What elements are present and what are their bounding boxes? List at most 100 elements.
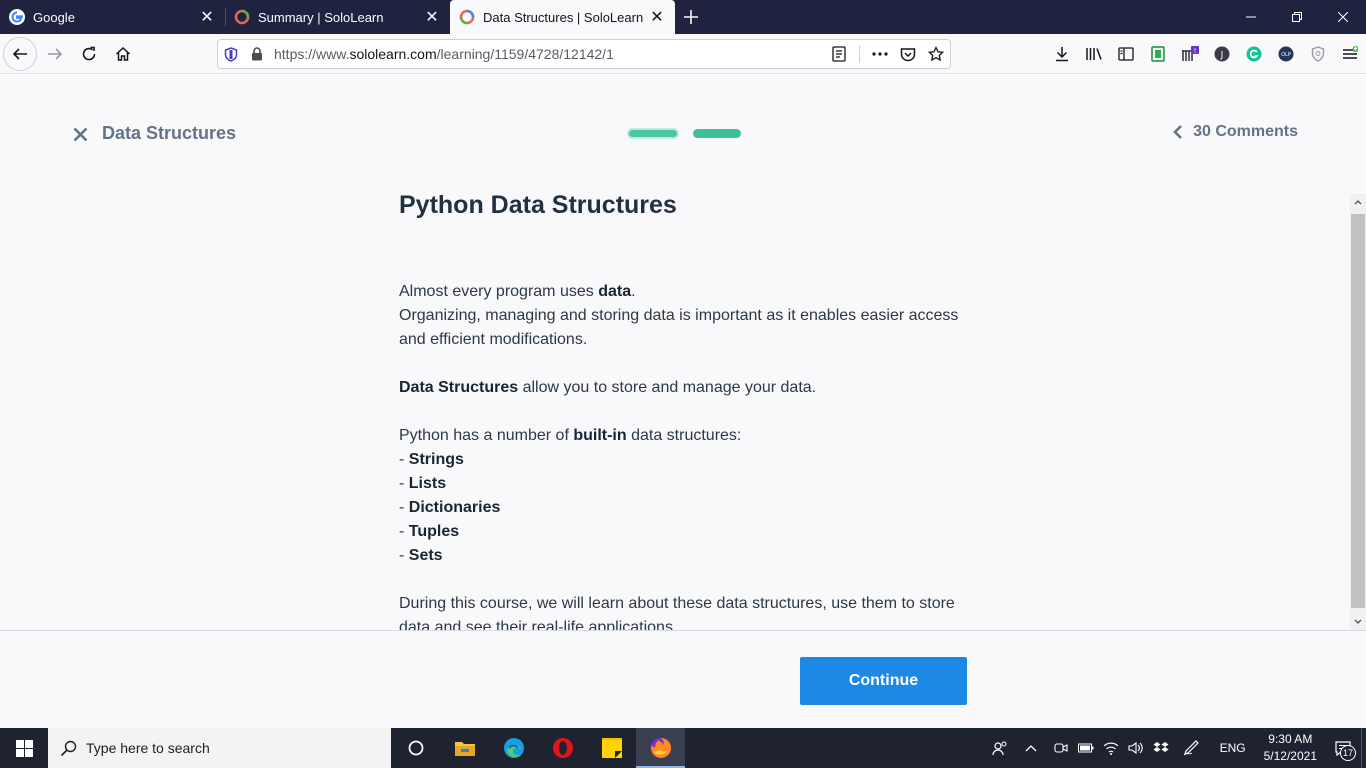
close-tab-icon[interactable]: ✕ xyxy=(199,9,215,26)
shield-extension-icon[interactable] xyxy=(1302,38,1334,70)
chevron-up-icon[interactable] xyxy=(1013,728,1049,768)
bookmark-star-icon[interactable] xyxy=(922,40,950,68)
close-icon xyxy=(73,127,87,141)
url-path: /learning/1159/4728/12142/1 xyxy=(436,46,614,62)
continue-button[interactable]: Continue xyxy=(800,657,967,705)
list-prefix: - xyxy=(399,451,409,468)
intro-text: Almost every program uses xyxy=(399,283,599,300)
reload-button[interactable] xyxy=(73,38,105,70)
page-actions-ellipsis-icon[interactable] xyxy=(866,40,894,68)
intro-end: . xyxy=(631,283,636,300)
browser-nav-bar: https://www.sololearn.com/learning/1159/… xyxy=(0,34,1366,74)
scroll-down-arrow-icon[interactable] xyxy=(1350,614,1366,630)
comments-link[interactable]: 30 Comments xyxy=(1173,123,1298,141)
builtin-paragraph: Python has a number of built-in data str… xyxy=(399,424,959,448)
scrollbar-thumb[interactable] xyxy=(1351,214,1365,608)
tab-data-structures[interactable]: Data Structures | SoloLearn ✕ xyxy=(450,0,675,34)
scroll-up-arrow-icon[interactable] xyxy=(1350,194,1366,210)
plus-icon xyxy=(684,10,698,24)
intro-paragraph: Almost every program uses data. xyxy=(399,280,959,304)
search-icon xyxy=(60,740,77,757)
url-bar-divider xyxy=(859,45,860,63)
lesson-header: Data Structures 30 Comments xyxy=(0,74,1350,192)
lesson-page: Data Structures 30 Comments Python Data … xyxy=(0,74,1366,728)
extension-bars-icon[interactable]: ! xyxy=(1174,38,1206,70)
wifi-icon[interactable] xyxy=(1099,728,1124,768)
list-item: - Dictionaries xyxy=(399,496,959,520)
volume-icon[interactable] xyxy=(1124,728,1149,768)
taskbar-search-input[interactable]: Type here to search xyxy=(48,728,391,768)
comments-label: 30 Comments xyxy=(1193,123,1298,140)
url-text[interactable]: https://www.sololearn.com/learning/1159/… xyxy=(270,46,825,62)
content-scrollbar[interactable] xyxy=(1350,194,1366,630)
sticky-notes-icon[interactable] xyxy=(587,728,636,768)
grammarly-icon[interactable] xyxy=(1238,38,1270,70)
dropbox-icon[interactable] xyxy=(1149,728,1174,768)
back-button[interactable] xyxy=(3,36,37,71)
builtin-pre: Python has a number of xyxy=(399,427,574,444)
language-indicator[interactable]: ENG xyxy=(1210,741,1256,755)
profile-j-icon[interactable]: J xyxy=(1206,38,1238,70)
cortana-icon[interactable] xyxy=(391,728,440,768)
restore-button[interactable] xyxy=(1274,0,1320,34)
clock-time: 9:30 AM xyxy=(1268,732,1313,746)
meet-now-icon[interactable] xyxy=(1049,728,1074,768)
close-lesson-button[interactable] xyxy=(70,124,90,144)
data-structures-paragraph: Data Structures allow you to store and m… xyxy=(399,376,959,400)
action-center-button[interactable]: 17 xyxy=(1325,728,1361,768)
list-prefix: - xyxy=(399,547,409,564)
organizing-paragraph: Organizing, managing and storing data is… xyxy=(399,307,959,348)
ds-rest: allow you to store and manage your data. xyxy=(518,379,817,396)
extension-green-icon[interactable] xyxy=(1142,38,1174,70)
sidebar-icon[interactable] xyxy=(1110,38,1142,70)
url-domain: sololearn.com xyxy=(349,46,437,62)
system-tray: ENG 9:30 AM 5/12/2021 17 xyxy=(988,728,1366,768)
extension-round-icon[interactable]: OLP xyxy=(1270,38,1302,70)
tab-google[interactable]: Google ✕ xyxy=(0,0,225,34)
tab-label: Summary | SoloLearn xyxy=(258,9,384,25)
progress-step-2[interactable] xyxy=(693,129,741,138)
download-icon[interactable] xyxy=(1046,38,1078,70)
firefox-icon[interactable] xyxy=(636,728,685,768)
arrow-right-icon xyxy=(48,47,63,60)
battery-icon[interactable] xyxy=(1074,728,1099,768)
ds-bold: Data Structures xyxy=(399,379,519,396)
forward-button[interactable] xyxy=(39,38,71,70)
svg-text:OLP: OLP xyxy=(1281,52,1291,58)
pocket-icon[interactable] xyxy=(894,40,922,68)
edge-icon[interactable] xyxy=(489,728,538,768)
list-item-label: Lists xyxy=(408,475,447,492)
address-bar[interactable]: https://www.sololearn.com/learning/1159/… xyxy=(217,39,951,69)
close-tab-icon[interactable]: ✕ xyxy=(424,9,440,26)
windows-taskbar: Type here to search ENG 9:30 AM 5/12/202… xyxy=(0,728,1366,768)
show-desktop-button[interactable] xyxy=(1361,728,1366,768)
sololearn-icon xyxy=(459,9,475,25)
minimize-button[interactable] xyxy=(1228,0,1274,34)
close-tab-icon[interactable]: ✕ xyxy=(649,9,665,26)
tab-label: Google xyxy=(33,9,75,25)
opera-icon[interactable] xyxy=(538,728,587,768)
window-controls xyxy=(1228,0,1366,34)
library-icon[interactable] xyxy=(1078,38,1110,70)
pen-icon[interactable] xyxy=(1174,728,1210,768)
list-prefix: - xyxy=(399,523,409,540)
file-explorer-icon[interactable] xyxy=(440,728,489,768)
windows-logo-icon xyxy=(15,739,33,757)
search-placeholder: Type here to search xyxy=(86,740,210,756)
chevron-left-icon xyxy=(1173,124,1183,140)
close-window-button[interactable] xyxy=(1320,0,1366,34)
tab-summary-sololearn[interactable]: Summary | SoloLearn ✕ xyxy=(225,0,450,34)
browser-toolbar-icons: ! J OLP xyxy=(1046,38,1366,70)
reader-view-icon[interactable] xyxy=(825,40,853,68)
clock[interactable]: 9:30 AM 5/12/2021 xyxy=(1256,731,1325,765)
new-tab-button[interactable] xyxy=(675,0,707,34)
progress-step-1[interactable] xyxy=(627,128,679,139)
closing-paragraph: During this course, we will learn about … xyxy=(399,595,955,630)
start-button[interactable] xyxy=(0,728,48,768)
tracking-protection-shield-icon[interactable] xyxy=(218,40,244,68)
people-icon[interactable] xyxy=(988,728,1013,768)
menu-icon[interactable] xyxy=(1334,38,1366,70)
home-button[interactable] xyxy=(107,38,139,70)
lesson-content: Python Data Structures Almost every prog… xyxy=(399,188,959,630)
lock-icon[interactable] xyxy=(244,40,270,68)
